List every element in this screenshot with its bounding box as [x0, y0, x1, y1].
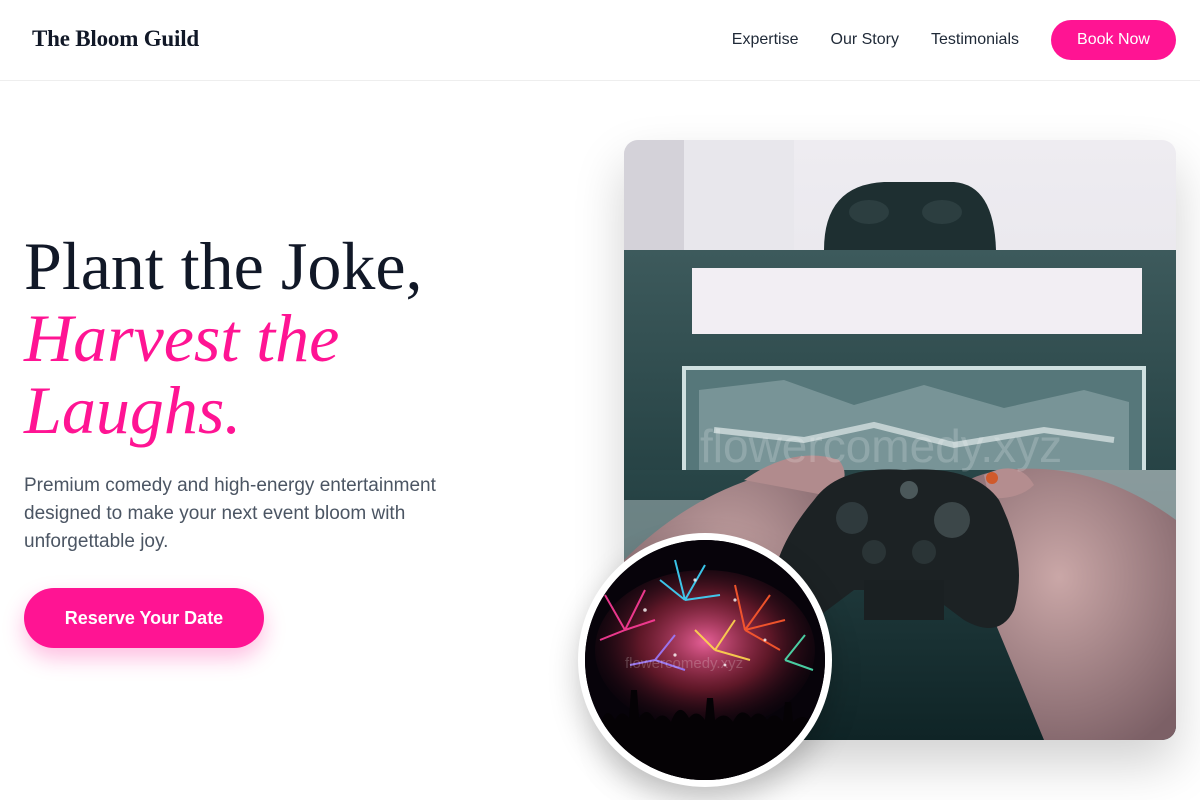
fireworks-photo: flowercomedy.xyz: [585, 540, 825, 780]
main-image-watermark: flowercomedy.xyz: [700, 420, 1062, 472]
book-now-button[interactable]: Book Now: [1051, 20, 1176, 60]
reserve-date-button[interactable]: Reserve Your Date: [24, 588, 264, 648]
logo[interactable]: The Bloom Guild: [32, 26, 199, 52]
inset-circle-image: flowercomedy.xyz: [578, 533, 832, 787]
hero-title-accent: Harvest the Laughs.: [24, 300, 340, 448]
inset-image-watermark: flowercomedy.xyz: [625, 655, 743, 672]
nav-expertise[interactable]: Expertise: [732, 31, 799, 49]
hero-description: Premium comedy and high-energy entertain…: [24, 475, 436, 552]
fireworks-photo-frame: flowercomedy.xyz: [585, 540, 825, 780]
hero-title: Plant the Joke, Harvest the Laughs.: [24, 230, 544, 446]
site-header: The Bloom Guild Expertise Our Story Test…: [0, 0, 1200, 81]
nav-testimonials[interactable]: Testimonials: [931, 31, 1019, 49]
hero-title-line1: Plant the Joke,: [24, 228, 423, 304]
nav-our-story[interactable]: Our Story: [831, 31, 899, 49]
main-nav: Expertise Our Story Testimonials Book No…: [732, 20, 1176, 60]
